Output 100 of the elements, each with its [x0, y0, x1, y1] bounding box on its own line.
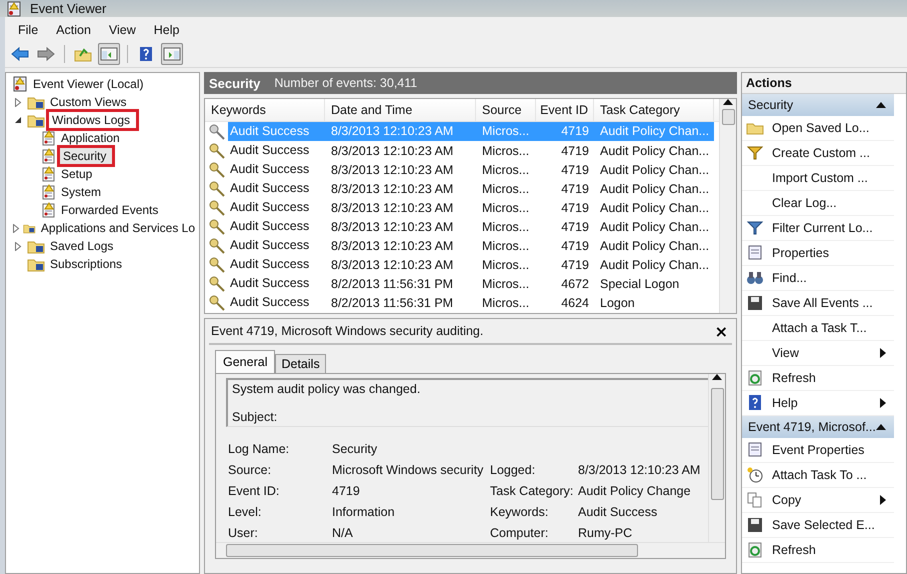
column-header[interactable]: Source [476, 99, 536, 121]
window-title: Event Viewer [30, 1, 106, 16]
properties-icon [746, 244, 764, 262]
help-icon [746, 394, 764, 412]
table-cell-text: 8/3/2013 12:10:23 AM [330, 200, 454, 214]
table-cell-text: Audit Policy Chan... [599, 144, 710, 158]
field-label: User: [228, 525, 259, 541]
event-viewer-icon [12, 76, 28, 92]
message-text: System audit policy was changed. [232, 382, 422, 396]
column-header[interactable]: Date and Time [325, 99, 476, 121]
tree-item[interactable]: Application [57, 128, 124, 148]
properties-icon [746, 441, 764, 459]
menu-item[interactable]: File [9, 21, 48, 39]
event-title: Event 4719, Microsoft Windows security auditing. [211, 324, 484, 338]
table-cell-text: 4719 [560, 200, 590, 214]
refresh-icon [746, 369, 764, 387]
command-link[interactable]: Refresh [772, 543, 886, 557]
log-icon [40, 130, 56, 146]
log-icon [40, 166, 56, 182]
tree-item[interactable]: Windows Logs [46, 109, 140, 131]
tree-item[interactable]: Saved Logs [46, 236, 118, 256]
table-cell-text: Audit Success [229, 199, 310, 216]
field-label: Keywords: [490, 504, 550, 520]
collapse-icon[interactable] [876, 424, 886, 430]
table-cell-text: Micros... [481, 220, 530, 234]
command-link[interactable]: Attach a Task T... [772, 321, 886, 335]
tree-item[interactable]: Applications and Services Lo [36, 218, 199, 238]
tree-item[interactable]: Setup [57, 164, 96, 184]
menu-item[interactable]: Help [144, 21, 188, 39]
menu-item[interactable]: View [100, 21, 145, 39]
table-cell-text: 8/3/2013 12:10:23 AM [330, 258, 454, 272]
panel-icon[interactable] [98, 43, 120, 65]
table-cell: Audit Policy Chan... [594, 122, 714, 141]
section-title: Event 4719, Microsof... [748, 420, 876, 434]
table-cell-text: Audit Success [229, 294, 310, 311]
scrollbar[interactable] [216, 542, 725, 558]
tree-item[interactable]: Subscriptions [46, 254, 126, 274]
table-cell-text: Audit Success [229, 180, 310, 197]
panel-icon[interactable] [161, 43, 183, 65]
command-link[interactable]: Save All Events ... [772, 296, 886, 310]
column-header[interactable]: Task Category [594, 99, 714, 121]
table-cell-text: Audit Policy Chan... [599, 182, 710, 196]
scrollbar[interactable] [719, 99, 736, 313]
table-cell-text: Micros... [481, 162, 530, 176]
expand-icon[interactable] [12, 224, 20, 232]
column-header[interactable]: Keywords [205, 99, 325, 121]
close-button[interactable]: × [714, 322, 728, 340]
expand-icon[interactable] [14, 98, 22, 106]
command-link[interactable]: View [772, 346, 880, 360]
table-cell-text: Audit Policy Chan... [599, 200, 710, 214]
command-link[interactable]: Filter Current Lo... [772, 221, 886, 235]
table-cell-text: Special Logon [599, 276, 680, 290]
tab[interactable]: Details [275, 354, 326, 373]
field-value: 4719 [332, 483, 361, 499]
field-value: Audit Success [578, 504, 658, 520]
command-link[interactable]: Properties [772, 246, 886, 260]
table-cell-text: Audit Success [229, 275, 310, 292]
column-header[interactable]: Event ID [536, 99, 594, 121]
field-value: 8/3/2013 12:10:23 AM [578, 462, 702, 478]
field-label: Logged: [490, 462, 536, 478]
field-label: Source: [228, 462, 272, 478]
command-link[interactable]: Import Custom ... [772, 171, 886, 185]
field-value: Security [332, 441, 378, 457]
tab[interactable]: General [215, 350, 276, 373]
field-value: Microsoft Windows security [332, 462, 484, 478]
command-link[interactable]: Open Saved Lo... [772, 121, 886, 135]
table-cell: 4719 [536, 122, 594, 141]
tree-item[interactable]: Forwarded Events [57, 200, 162, 220]
command-link[interactable]: Clear Log... [772, 196, 886, 210]
save-icon [746, 516, 764, 534]
field-value: Information [332, 504, 396, 520]
collapse-icon[interactable] [14, 116, 22, 124]
expand-icon[interactable] [14, 242, 22, 250]
filter-icon [746, 144, 764, 162]
table-cell-text: Micros... [481, 276, 530, 290]
command-link[interactable]: Save Selected E... [772, 518, 886, 532]
log-icon [40, 184, 56, 200]
command-link[interactable]: Find... [772, 271, 886, 285]
tree-item[interactable]: Event Viewer (Local) [29, 74, 148, 94]
table-cell-text: Micros... [481, 258, 530, 272]
tree-item[interactable]: Custom Views [46, 92, 130, 112]
tree-item[interactable]: Security [57, 145, 116, 167]
table-cell-text: 8/3/2013 12:10:23 AM [330, 220, 454, 234]
scrollbar[interactable] [708, 374, 725, 542]
collapse-icon[interactable] [876, 102, 886, 108]
command-link[interactable]: Copy [772, 493, 880, 507]
table-cell-text: 4719 [560, 220, 590, 234]
tree-item[interactable]: System [57, 182, 106, 202]
command-link[interactable]: Event Properties [772, 443, 886, 457]
command-link[interactable]: Attach Task To ... [772, 468, 886, 482]
clock-icon [746, 466, 764, 484]
table-cell-text: 4624 [560, 296, 590, 310]
command-link[interactable]: Create Custom ... [772, 146, 886, 160]
table-cell-text: Audit Success [229, 142, 310, 159]
field-value: N/A [332, 525, 354, 541]
field-value: Rumy-PC [578, 525, 634, 541]
command-link[interactable]: Refresh [772, 371, 886, 385]
field-value: Audit Policy Change [578, 483, 692, 499]
command-link[interactable]: Help [772, 396, 880, 410]
menu-item[interactable]: Action [47, 21, 100, 39]
